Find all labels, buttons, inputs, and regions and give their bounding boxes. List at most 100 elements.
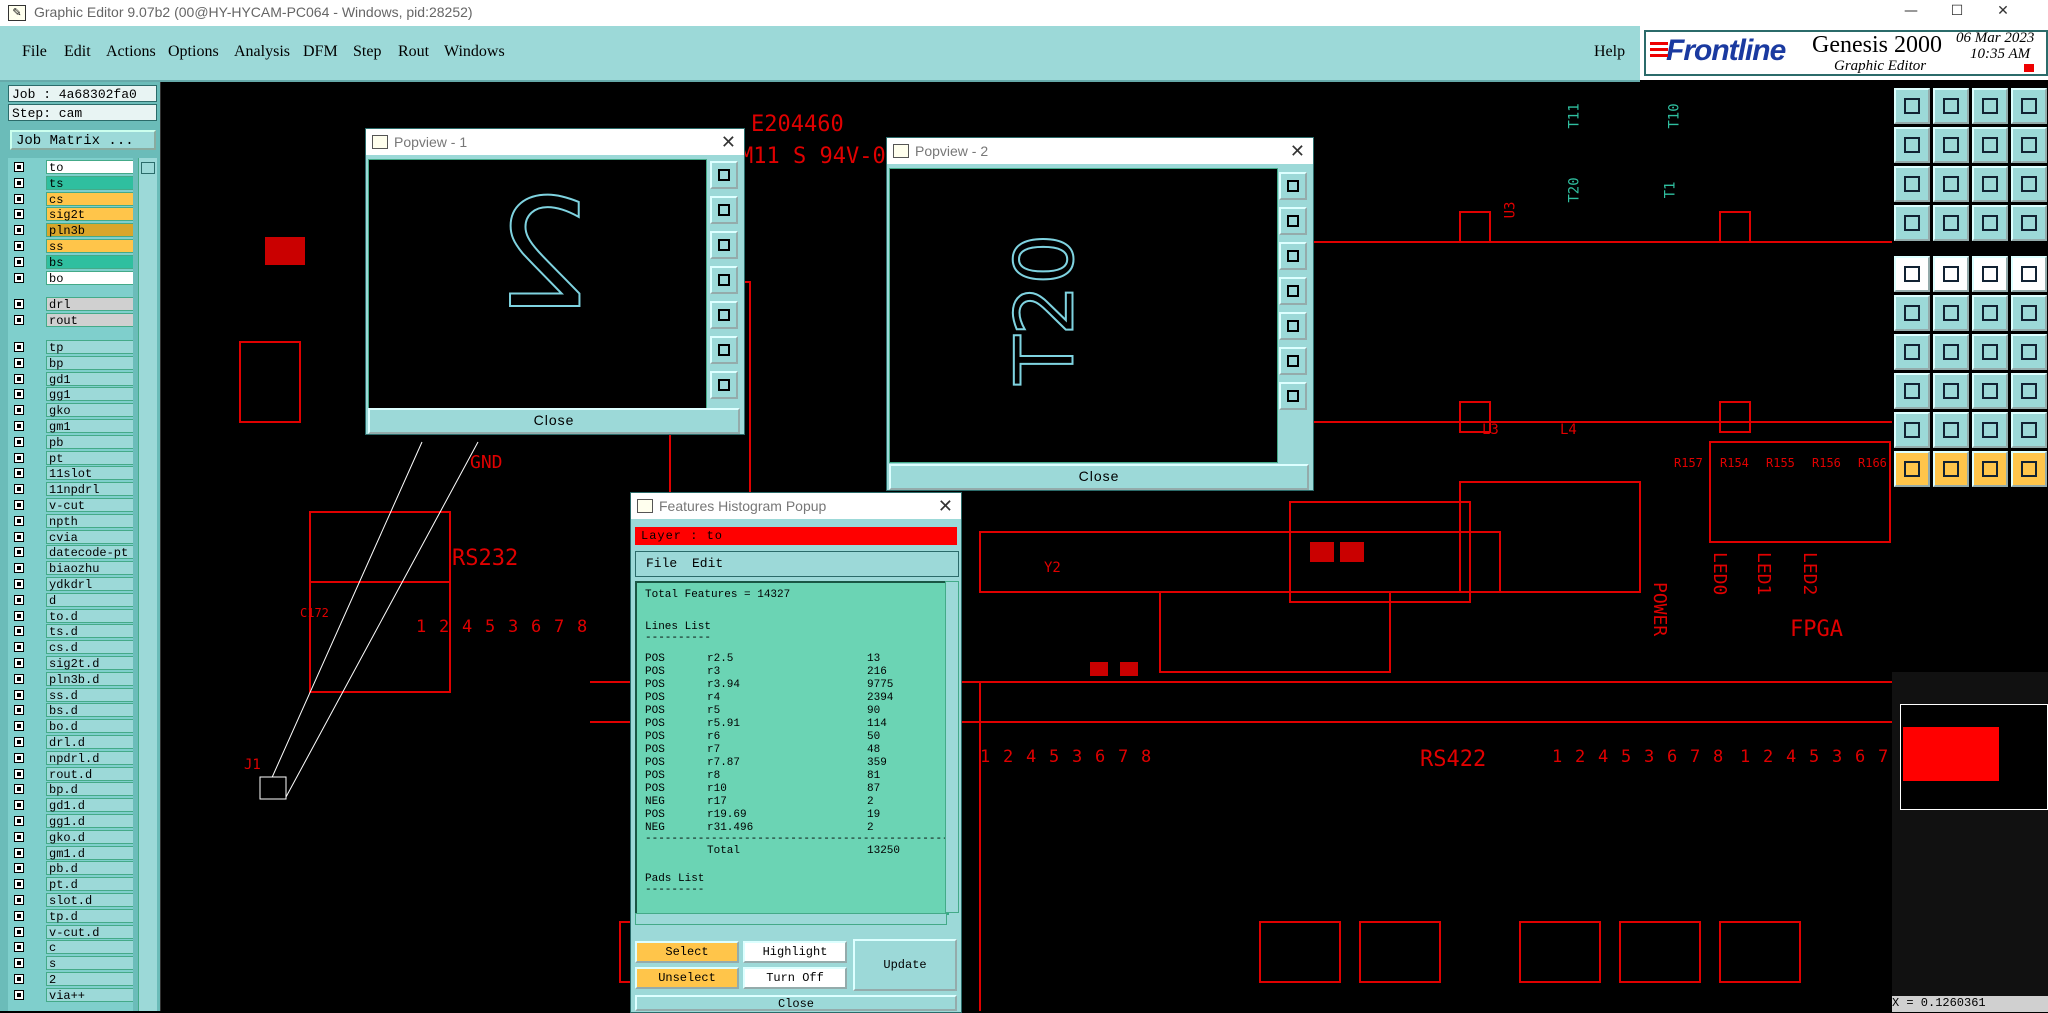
tool-button-5-2[interactable]: [1933, 256, 1969, 292]
tool-button-1-2[interactable]: [1933, 88, 1969, 124]
menu-help[interactable]: Help: [1594, 43, 1625, 61]
layer-checkbox[interactable]: [14, 162, 24, 172]
tool-button-9-3[interactable]: [1972, 412, 2008, 448]
layer-row[interactable]: datecode-pt: [8, 545, 133, 560]
layer-name[interactable]: rout.d: [46, 766, 133, 782]
layer-checkbox[interactable]: [14, 389, 24, 400]
layer-name[interactable]: tp: [46, 340, 133, 355]
layer-name[interactable]: pb.d: [46, 861, 133, 876]
layer-row[interactable]: sig2t: [8, 207, 133, 222]
tool-button-4-3[interactable]: [1972, 205, 2008, 241]
layer-name[interactable]: gko.d: [46, 829, 133, 845]
layer-row[interactable]: pln3b.d: [8, 671, 133, 687]
layer-name[interactable]: ydkdrl: [46, 577, 133, 592]
layer-checkbox[interactable]: [14, 658, 24, 668]
turn-off-button[interactable]: Turn Off: [743, 967, 847, 989]
histogram-menu-edit[interactable]: Edit: [692, 552, 723, 576]
histogram-close-x[interactable]: ✕: [938, 493, 953, 519]
tool-button-4-1[interactable]: [1894, 205, 1930, 241]
tool-button-6-3[interactable]: [1972, 295, 2008, 331]
popview-1-close-x[interactable]: ✕: [721, 129, 736, 155]
layer-checkbox[interactable]: [14, 563, 24, 574]
popview-1-tool-3[interactable]: [710, 231, 738, 259]
layer-name[interactable]: v-cut.d: [46, 924, 133, 940]
tool-button-8-3[interactable]: [1972, 373, 2008, 409]
layer-row[interactable]: gd1.d: [8, 798, 133, 813]
tool-button-6-1[interactable]: [1894, 295, 1930, 331]
tool-button-5-3[interactable]: [1972, 256, 2008, 292]
layer-name[interactable]: ts: [46, 175, 133, 191]
layer-name[interactable]: slot.d: [46, 893, 133, 908]
layer-checkbox[interactable]: [14, 926, 24, 937]
layer-row[interactable]: pln3b: [8, 223, 133, 238]
tool-button-4-4[interactable]: [2011, 205, 2047, 241]
layer-checkbox[interactable]: [14, 737, 24, 747]
layer-name[interactable]: npth: [46, 513, 133, 529]
layer-row[interactable]: ts: [8, 175, 133, 191]
layer-name[interactable]: d: [46, 592, 133, 608]
layer-row[interactable]: d: [8, 592, 133, 608]
layer-name[interactable]: gg1: [46, 387, 133, 402]
tool-button-9-2[interactable]: [1933, 412, 1969, 448]
layer-row[interactable]: gko.d: [8, 829, 133, 845]
layer-name[interactable]: to: [46, 160, 133, 175]
layer-checkbox[interactable]: [14, 768, 24, 779]
popview-2-tool-4[interactable]: [1279, 277, 1307, 305]
tool-button-10-4[interactable]: [2011, 451, 2047, 487]
menu-analysis[interactable]: Analysis: [234, 43, 290, 61]
histogram-close-button[interactable]: Close: [635, 995, 957, 1011]
layer-list-scrollbar[interactable]: [138, 158, 157, 1011]
layer-row[interactable]: bs: [8, 254, 133, 270]
layer-row[interactable]: v-cut.d: [8, 924, 133, 940]
job-matrix-button[interactable]: Job Matrix ...: [10, 130, 156, 150]
popview-2-tool-1[interactable]: [1279, 172, 1307, 200]
layer-name[interactable]: npdrl.d: [46, 750, 133, 766]
tool-button-3-1[interactable]: [1894, 166, 1930, 202]
minimize-button[interactable]: —: [1888, 0, 1934, 26]
layer-row[interactable]: pb: [8, 434, 133, 450]
tool-button-5-4[interactable]: [2011, 256, 2047, 292]
popview-1-close-button[interactable]: Close: [368, 408, 740, 434]
tool-button-1-4[interactable]: [2011, 88, 2047, 124]
tool-button-3-3[interactable]: [1972, 166, 2008, 202]
layer-checkbox[interactable]: [14, 958, 24, 969]
layer-name[interactable]: drl.d: [46, 735, 133, 750]
layer-checkbox[interactable]: [14, 357, 24, 368]
layer-name[interactable]: cs: [46, 191, 133, 207]
layer-checkbox[interactable]: [14, 515, 24, 526]
layer-name[interactable]: v-cut: [46, 498, 133, 513]
layer-row[interactable]: 11npdrl: [8, 482, 133, 497]
layer-checkbox[interactable]: [14, 452, 24, 463]
layer-checkbox[interactable]: [14, 989, 24, 1000]
popview-1-tool-7[interactable]: [710, 371, 738, 399]
tool-button-6-4[interactable]: [2011, 295, 2047, 331]
tool-button-10-2[interactable]: [1933, 451, 1969, 487]
layer-row[interactable]: ss: [8, 239, 133, 254]
layer-name[interactable]: gd1.d: [46, 798, 133, 813]
layer-name[interactable]: bs: [46, 254, 133, 270]
tool-button-8-2[interactable]: [1933, 373, 1969, 409]
layer-name[interactable]: via++: [46, 987, 133, 1003]
histogram-text-area[interactable]: Total Features = 14327 Lines List ------…: [635, 581, 949, 915]
popview-1-tool-4[interactable]: [710, 266, 738, 294]
tool-button-3-2[interactable]: [1933, 166, 1969, 202]
layer-checkbox[interactable]: [14, 910, 24, 921]
tool-button-5-1[interactable]: [1894, 256, 1930, 292]
layer-checkbox[interactable]: [14, 405, 24, 416]
popview-2-tool-7[interactable]: [1279, 382, 1307, 410]
menu-rout[interactable]: Rout: [398, 43, 429, 61]
layer-checkbox[interactable]: [14, 942, 24, 953]
layer-row[interactable]: gm1: [8, 419, 133, 434]
layer-row[interactable]: drl: [8, 297, 133, 312]
tool-button-6-2[interactable]: [1933, 295, 1969, 331]
tool-button-1-1[interactable]: [1894, 88, 1930, 124]
tool-button-9-1[interactable]: [1894, 412, 1930, 448]
layer-name[interactable]: cvia: [46, 529, 133, 545]
layer-row[interactable]: bp.d: [8, 782, 133, 797]
layer-row[interactable]: pt.d: [8, 877, 133, 892]
histogram-menu-file[interactable]: File: [646, 552, 677, 576]
layer-name[interactable]: 11npdrl: [46, 482, 133, 497]
overview-map[interactable]: [1900, 704, 2048, 810]
layer-checkbox[interactable]: [14, 752, 24, 763]
layer-checkbox[interactable]: [14, 315, 24, 326]
